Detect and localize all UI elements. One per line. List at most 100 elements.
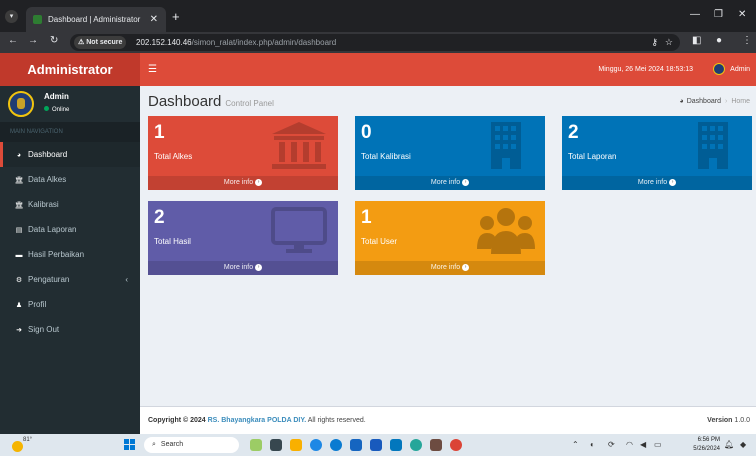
sidebar-toggle-icon[interactable]: ☰ (148, 53, 157, 86)
user-menu-name: Admin (730, 66, 750, 73)
stat-label: Total Laporan (568, 152, 617, 161)
page-subtitle: Control Panel (225, 99, 274, 108)
more-info-link[interactable]: More info › (562, 176, 752, 190)
breadcrumb-current[interactable]: Dashboard (687, 98, 721, 105)
stat-count: 0 (361, 122, 372, 143)
org-link[interactable]: RS. Bhayangkara POLDA DIY. (208, 417, 307, 424)
bookmark-star-icon[interactable]: ☆ (665, 34, 673, 51)
user-panel: Admin Online (0, 86, 140, 122)
browser-toolbar: ← → ↻ ⚠ Not secure 202.152.140.46/simon_… (0, 32, 756, 53)
stat-label: Total Alkes (154, 152, 193, 161)
building-icon (491, 122, 521, 169)
sidebar-item-kalibrasi[interactable]: 🏛 Kalibrasi (0, 192, 140, 217)
chrome-icon[interactable] (450, 439, 462, 451)
copilot-icon[interactable]: ◆ (740, 434, 746, 456)
more-info-link[interactable]: More info › (148, 176, 338, 190)
volume-icon[interactable]: ◀ (640, 434, 646, 456)
breadcrumb-separator: › (724, 98, 728, 105)
clock-time: 6:56 PM (697, 437, 720, 443)
chevron-up-icon[interactable]: ⌃ (572, 434, 579, 456)
institution-icon: 🏛 (14, 202, 24, 209)
not-secure-badge[interactable]: ⚠ Not secure (74, 36, 127, 49)
url-host: 202.152.140.46 (136, 38, 192, 47)
datetime-display: Minggu, 26 Mei 2024 18:53:13 (598, 66, 693, 73)
password-key-icon[interactable]: ⚷ (651, 34, 658, 51)
more-info-link[interactable]: More info › (355, 176, 545, 190)
arrow-circle-right-icon: › (255, 263, 263, 271)
stat-count: 2 (568, 122, 579, 143)
more-info-link[interactable]: More info › (355, 261, 545, 275)
cogs-icon: ⚙ (15, 277, 23, 284)
reload-icon[interactable]: ↻ (50, 35, 58, 46)
app-icon[interactable] (430, 439, 442, 451)
arrow-circle-right-icon: › (462, 263, 470, 271)
tray-app-icon[interactable]: ⟳ (608, 434, 615, 456)
breadcrumb: ◕ Dashboard › Home (679, 98, 750, 105)
user-icon: ♟ (15, 302, 23, 309)
institution-icon: 🏛 (14, 177, 24, 184)
mail-icon[interactable] (390, 439, 402, 451)
stat-count: 1 (154, 122, 165, 143)
task-view-icon[interactable] (270, 439, 282, 451)
sidebar-item-profil[interactable]: ♟ Profil (0, 292, 140, 317)
document-icon: ▤ (15, 227, 23, 234)
url-text: 202.152.140.46/simon_ralat/index.php/adm… (136, 34, 336, 51)
notification-bell-icon[interactable]: 🔔︎ (724, 434, 734, 456)
sidebar-item-dashboard[interactable]: ◕ Dashboard (0, 142, 140, 167)
system-clock[interactable]: 6:56 PM 5/26/2024 (693, 436, 720, 454)
stat-box-total-kalibrasi: 0 Total Kalibrasi More info › (355, 116, 545, 190)
stat-label: Total User (361, 237, 398, 246)
extensions-icon[interactable]: ◧ (692, 35, 701, 46)
windows-start-icon[interactable] (124, 439, 136, 451)
sidebar-item-data-laporan[interactable]: ▤ Data Laporan (0, 217, 140, 242)
version: Version 1.0.0 (707, 417, 750, 424)
minimize-icon[interactable]: — (690, 9, 700, 20)
word-icon[interactable] (370, 439, 382, 451)
edge-icon[interactable] (330, 439, 342, 451)
tab-title: Dashboard | Administrator (48, 15, 141, 24)
search-icon: ⌕ (152, 441, 156, 448)
browser-menu-icon[interactable]: ⋮ (742, 35, 752, 46)
sun-icon (12, 441, 23, 452)
user-menu[interactable]: Admin (713, 53, 750, 86)
stat-box-total-hasil: 2 Total Hasil More info › (148, 201, 338, 275)
app-brand[interactable]: Administrator (0, 53, 140, 86)
address-bar[interactable]: ⚠ Not secure 202.152.140.46/simon_ralat/… (70, 34, 680, 51)
sidebar-item-data-alkes[interactable]: 🏛 Data Alkes (0, 167, 140, 192)
app-icon[interactable] (410, 439, 422, 451)
file-explorer-icon[interactable] (290, 439, 302, 451)
clock-date: 5/26/2024 (693, 446, 720, 452)
battery-icon[interactable]: ▭ (654, 434, 662, 456)
avatar (713, 63, 726, 76)
taskbar: 81° ⌕ Search ⌃ ◐ ⟳ ◠ ◀ ▭ 6:56 PM 5/26/202… (0, 434, 756, 456)
new-tab-button[interactable]: + (172, 9, 180, 24)
car-icon: ▬ (15, 252, 23, 259)
tab-close-icon[interactable]: ✕ (150, 7, 158, 32)
sidebar-item-sign-out[interactable]: ➜ Sign Out (0, 317, 140, 342)
store-icon[interactable] (350, 439, 362, 451)
app-navbar: ☰ Minggu, 26 Mei 2024 18:53:13 Admin (140, 53, 756, 86)
tray-app-icon[interactable]: ◐ (590, 434, 595, 456)
dashboard-icon: ◕ (679, 98, 684, 105)
stat-label: Total Kalibrasi (361, 152, 411, 161)
profile-icon[interactable]: ● (716, 35, 722, 46)
page-title: Dashboard Control Panel (148, 93, 274, 110)
more-info-link[interactable]: More info › (148, 261, 338, 275)
page-footer: Copyright © 2024 RS. Bhayangkara POLDA D… (140, 406, 756, 434)
window-close-icon[interactable]: ✕ (738, 9, 746, 20)
wifi-icon[interactable]: ◠ (626, 434, 633, 456)
sidebar-item-pengaturan[interactable]: ⚙ Pengaturan ‹ (0, 267, 140, 292)
back-icon[interactable]: ← (8, 35, 18, 46)
sidebar-item-hasil-perbaikan[interactable]: ▬ Hasil Perbaikan (0, 242, 140, 267)
stat-count: 1 (361, 207, 372, 228)
user-logo-avatar (8, 91, 34, 117)
browser-tab[interactable]: Dashboard | Administrator ✕ (26, 7, 166, 32)
restore-icon[interactable]: ❐ (714, 9, 723, 20)
building-icon (698, 122, 728, 169)
whatsapp-icon[interactable] (310, 439, 322, 451)
forward-icon[interactable]: → (28, 35, 38, 46)
taskbar-search[interactable]: ⌕ Search (144, 437, 239, 453)
weather-widget[interactable]: 81° (12, 437, 32, 453)
widgets-icon[interactable] (250, 439, 262, 451)
tab-list-button[interactable]: ▾ (5, 10, 18, 23)
